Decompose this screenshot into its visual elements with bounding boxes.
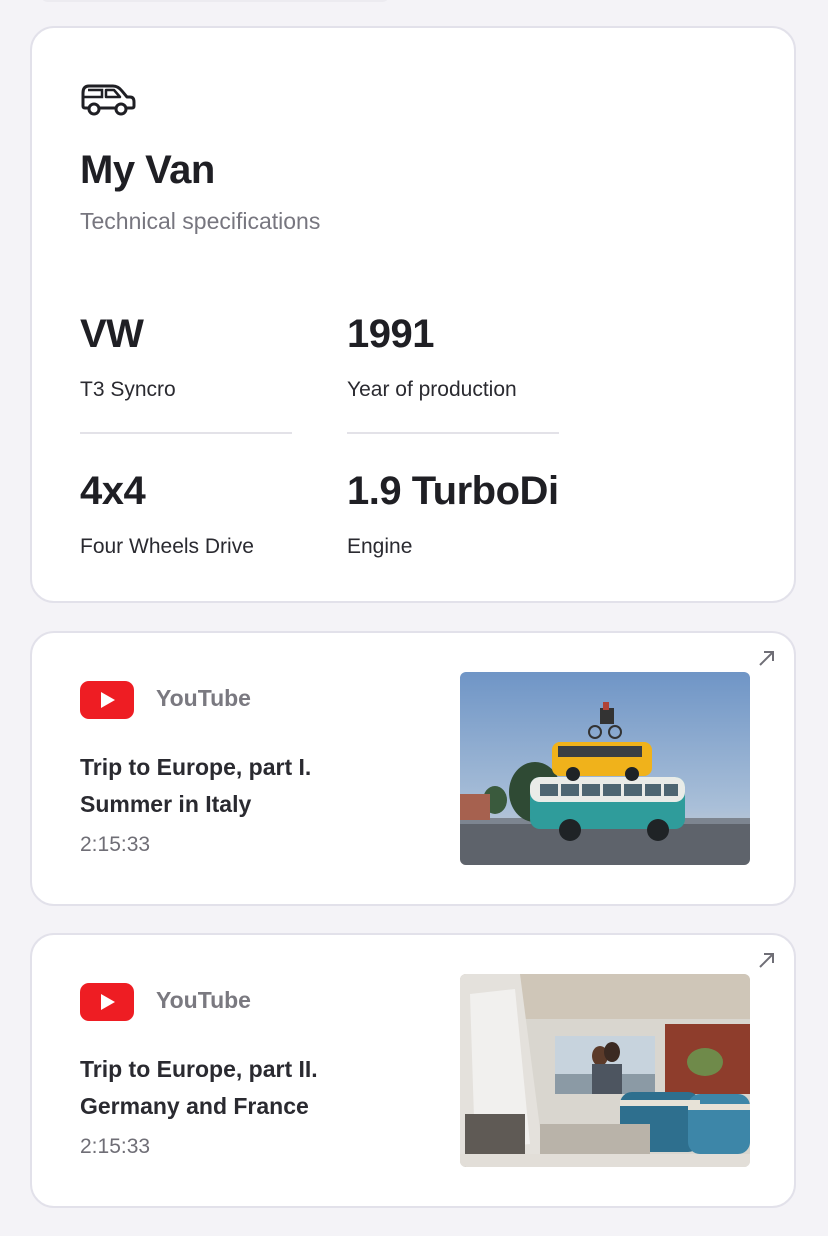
card-subtitle: Technical specifications (80, 208, 321, 234)
external-link-icon[interactable] (758, 951, 776, 969)
video-title[interactable]: Trip to Europe, part I. Summer in Italy (80, 749, 410, 823)
spec-label: T3 Syncro (80, 378, 176, 401)
video-card[interactable]: YouTube Trip to Europe, part II. Germany… (30, 933, 796, 1208)
divider (80, 432, 292, 434)
van-icon (81, 84, 136, 116)
spec-value: 1.9 TurboDi (347, 469, 559, 513)
spec-label: Engine (347, 535, 413, 558)
video-thumbnail[interactable] (460, 974, 750, 1167)
video-title-line: Summer in Italy (80, 791, 252, 817)
spec-label: Four Wheels Drive (80, 535, 254, 558)
spec-item-year: 1991 Year of production (347, 314, 559, 402)
spec-value: VW (80, 312, 144, 356)
video-title-line: Trip to Europe, part II. (80, 1056, 318, 1082)
spec-value: 4x4 (80, 469, 146, 513)
video-duration: 2:15:33 (80, 1135, 151, 1158)
video-card[interactable]: YouTube Trip to Europe, part I. Summer i… (30, 631, 796, 906)
spec-item-engine: 1.9 TurboDi Engine (347, 471, 607, 559)
video-title-line: Germany and France (80, 1093, 309, 1119)
spec-item-make: VW T3 Syncro (80, 314, 292, 402)
previous-card-edge (40, 0, 390, 2)
video-duration: 2:15:33 (80, 833, 151, 856)
youtube-icon (80, 983, 134, 1021)
spec-value: 1991 (347, 312, 434, 356)
video-thumbnail[interactable] (460, 672, 750, 865)
card-title: My Van (80, 148, 215, 192)
video-title[interactable]: Trip to Europe, part II. Germany and Fra… (80, 1051, 410, 1125)
spec-item-drive: 4x4 Four Wheels Drive (80, 471, 292, 559)
spec-label: Year of production (347, 378, 517, 401)
van-spec-card: My Van Technical specifications VW T3 Sy… (30, 26, 796, 603)
video-source: YouTube (156, 685, 251, 711)
youtube-icon (80, 681, 134, 719)
external-link-icon[interactable] (758, 649, 776, 667)
divider (347, 432, 559, 434)
video-source: YouTube (156, 987, 251, 1013)
video-title-line: Trip to Europe, part I. (80, 754, 312, 780)
